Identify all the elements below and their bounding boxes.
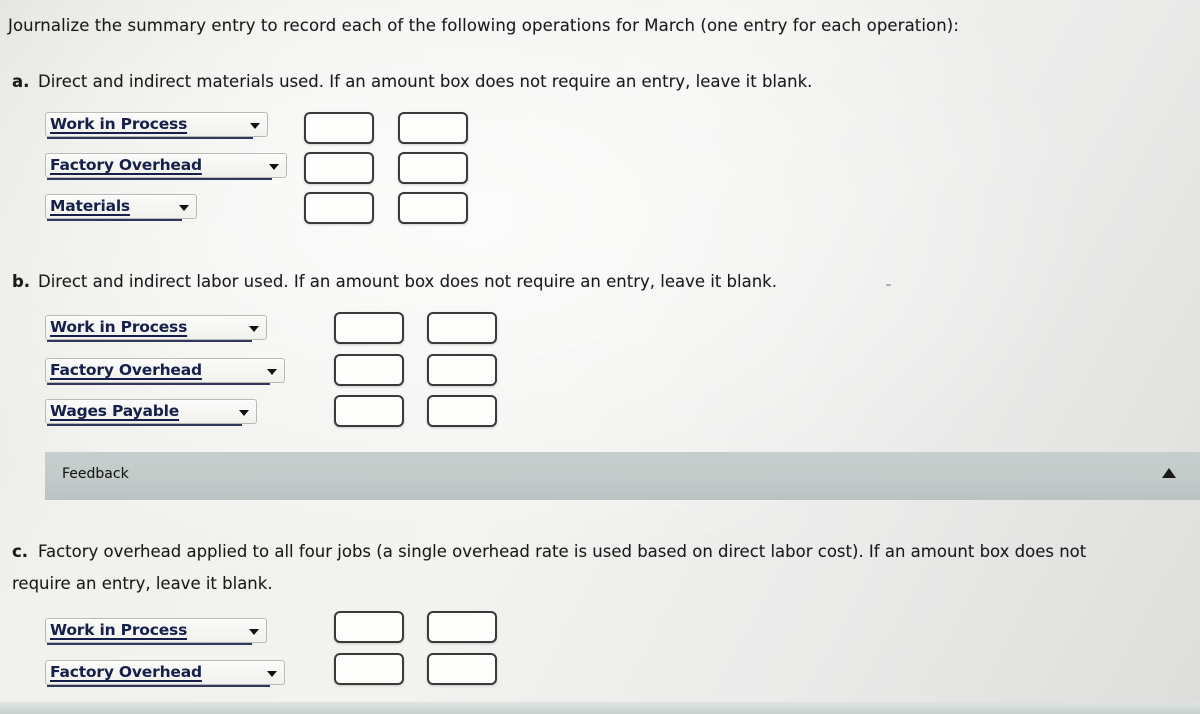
feedback-bar[interactable]: Feedback	[45, 452, 1200, 500]
account-select-c-2[interactable]: Factory Overhead	[45, 660, 285, 687]
part-a-text: Direct and indirect materials used. If a…	[38, 72, 813, 91]
chevron-down-icon	[249, 326, 259, 332]
account-select-c-1[interactable]: Work in Process	[45, 618, 267, 645]
amount-input-b-2-debit[interactable]	[334, 354, 404, 386]
account-select-b-1-label: Work in Process	[50, 318, 188, 336]
part-b-marker: b.	[12, 272, 31, 291]
chevron-down-icon	[250, 123, 260, 129]
amount-input-a-3-credit[interactable]	[398, 192, 468, 224]
feedback-label: Feedback	[62, 466, 129, 482]
triangle-up-icon[interactable]	[1162, 468, 1176, 478]
part-b-text: Direct and indirect labor used. If an am…	[38, 272, 777, 291]
amount-input-c-1-credit[interactable]	[427, 611, 497, 643]
account-select-c-1-label: Work in Process	[50, 621, 188, 639]
amount-input-c-2-debit[interactable]	[334, 653, 404, 685]
part-c-instruction-line1: c. Factory overhead applied to all four j…	[12, 542, 1086, 561]
account-select-a-1[interactable]: Work in Process	[45, 112, 268, 139]
page-background	[0, 0, 1200, 714]
amount-input-c-2-credit[interactable]	[427, 653, 497, 685]
chevron-down-icon	[179, 205, 189, 211]
part-c-text-line1: Factory overhead applied to all four job…	[38, 542, 1087, 561]
amount-input-b-1-debit[interactable]	[334, 312, 404, 344]
account-select-b-1[interactable]: Work in Process	[45, 315, 267, 342]
amount-input-b-2-credit[interactable]	[427, 354, 497, 386]
amount-input-a-1-debit[interactable]	[304, 112, 374, 144]
account-select-a-2[interactable]: Factory Overhead	[45, 153, 287, 180]
page-title: Journalize the summary entry to record e…	[8, 16, 959, 35]
part-c-instruction-line2: require an entry, leave it blank.	[12, 574, 273, 593]
amount-input-b-1-credit[interactable]	[427, 312, 497, 344]
amount-input-a-2-debit[interactable]	[304, 152, 374, 184]
bottom-feedback-bar-edge	[0, 702, 1200, 714]
account-select-b-3[interactable]: Wages Payable	[45, 399, 257, 426]
amount-input-b-3-debit[interactable]	[334, 395, 404, 427]
chevron-down-icon	[239, 410, 249, 416]
part-b-instruction: b. Direct and indirect labor used. If an …	[12, 272, 777, 291]
amount-input-a-2-credit[interactable]	[398, 152, 468, 184]
account-select-a-2-label: Factory Overhead	[50, 156, 202, 174]
part-c-marker: c.	[12, 542, 29, 561]
amount-input-a-3-debit[interactable]	[304, 192, 374, 224]
account-select-c-2-label: Factory Overhead	[50, 663, 202, 681]
part-a-instruction: a. Direct and indirect materials used. If…	[12, 72, 812, 91]
account-select-a-3-label: Materials	[50, 197, 130, 215]
amount-input-b-3-credit[interactable]	[427, 395, 497, 427]
chevron-down-icon	[267, 671, 277, 677]
dust-speck	[886, 284, 891, 286]
part-a-marker: a.	[12, 72, 30, 91]
account-select-b-2[interactable]: Factory Overhead	[45, 358, 285, 385]
account-select-a-1-label: Work in Process	[50, 115, 188, 133]
chevron-down-icon	[267, 369, 277, 375]
account-select-a-3[interactable]: Materials	[45, 194, 197, 221]
account-select-b-2-label: Factory Overhead	[50, 361, 202, 379]
amount-input-c-1-debit[interactable]	[334, 611, 404, 643]
chevron-down-icon	[249, 629, 259, 635]
amount-input-a-1-credit[interactable]	[398, 112, 468, 144]
account-select-b-3-label: Wages Payable	[50, 402, 180, 420]
chevron-down-icon	[269, 164, 279, 170]
